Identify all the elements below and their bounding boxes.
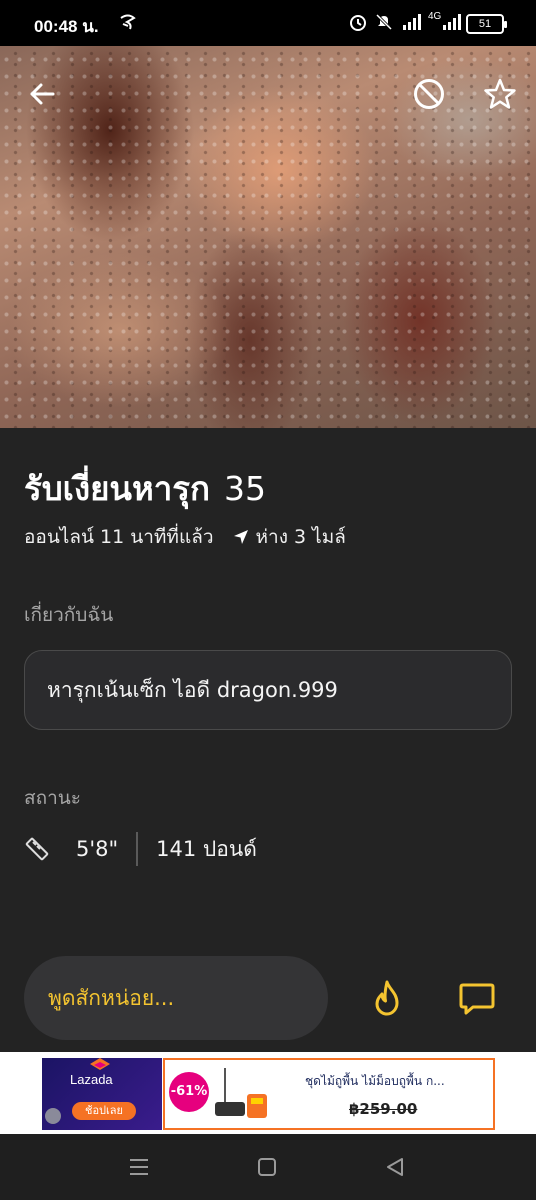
profile-name: รับเงี่ยนหารุก: [24, 469, 210, 508]
navigation-arrow-icon: [233, 530, 248, 544]
status-bar: 00:48 น. 4G 51: [0, 0, 536, 46]
arrow-left-icon: [30, 83, 55, 105]
status-time: 00:48 น.: [34, 17, 99, 36]
profile-photo[interactable]: [0, 0, 536, 428]
ad-product-title: ชุดไม้ถูพื้น ไม้ม็อบถูพื้น ก...: [305, 1074, 445, 1088]
ad-brand: Lazada: [70, 1072, 113, 1087]
tap-button[interactable]: [364, 975, 410, 1021]
stats-row: 5'8" 141 ปอนด์: [24, 826, 257, 872]
chat-bubble-icon: [459, 983, 495, 1015]
ruler-icon: [25, 837, 49, 861]
ad-banner[interactable]: Lazada ช้อปเลย -61% ชุดไม้ถูพื้น ไม้ม็อบ…: [0, 1052, 536, 1134]
height-value: 5'8": [76, 837, 119, 861]
square-icon: [258, 1158, 276, 1176]
star-icon: [484, 78, 516, 109]
block-icon: [414, 79, 444, 109]
stats-label: สถานะ: [24, 787, 81, 809]
about-text-box: หารุกเน้นเซ็ก ไอดี dragon.999: [24, 650, 512, 730]
flame-icon: [375, 980, 399, 1016]
ad-lazada-panel[interactable]: Lazada ช้อปเลย: [42, 1058, 162, 1130]
weight-value: 141 ปอนด์: [156, 836, 257, 861]
back-button[interactable]: [20, 72, 64, 116]
app-notification-icon: [118, 12, 138, 37]
triangle-back-icon: [387, 1158, 403, 1176]
ad-product-panel[interactable]: -61% ชุดไม้ถูพื้น ไม้ม็อบถูพื้น ก... ฿25…: [163, 1058, 495, 1130]
alarm-icon: [348, 12, 368, 37]
ad-product-price: ฿259.00: [349, 1100, 418, 1118]
network-type: 4G: [428, 11, 442, 22]
profile-meta: ออนไลน์ 11 นาทีที่แล้ว ห่าง 3 ไมล์: [24, 522, 346, 552]
back-nav-button[interactable]: [380, 1152, 410, 1182]
home-button[interactable]: [252, 1152, 282, 1182]
chat-button[interactable]: [454, 975, 500, 1021]
online-status: ออนไลน์ 11 นาทีที่แล้ว: [24, 526, 214, 548]
battery-indicator: 51: [466, 14, 507, 34]
favorite-button[interactable]: [478, 72, 522, 116]
block-button[interactable]: [407, 72, 451, 116]
ad-discount-badge: -61%: [169, 1072, 209, 1112]
ad-shop-button[interactable]: ช้อปเลย: [72, 1102, 136, 1120]
profile-age: 35: [223, 469, 266, 508]
about-label: เกี่ยวกับฉัน: [24, 604, 114, 626]
about-text: หารุกเน้นเซ็ก ไอดี dragon.999: [47, 677, 338, 702]
photo-texture: [0, 0, 536, 428]
distance: ห่าง 3 ไมล์: [255, 526, 346, 548]
profile-title: รับเงี่ยนหารุก 35: [24, 462, 266, 515]
ad-info-icon[interactable]: [45, 1108, 61, 1124]
signal-icon-2: [442, 12, 462, 37]
menu-lines-icon: [130, 1159, 148, 1175]
signal-icon: [402, 12, 422, 37]
recent-apps-button[interactable]: [124, 1152, 154, 1182]
system-nav-bar: [0, 1134, 536, 1200]
stats-divider: [136, 832, 139, 866]
mop-product-icon: [215, 1068, 267, 1118]
message-input-placeholder: พูดสักหน่อย...: [48, 985, 175, 1010]
message-input[interactable]: พูดสักหน่อย...: [24, 956, 328, 1040]
mute-icon: [374, 12, 394, 37]
